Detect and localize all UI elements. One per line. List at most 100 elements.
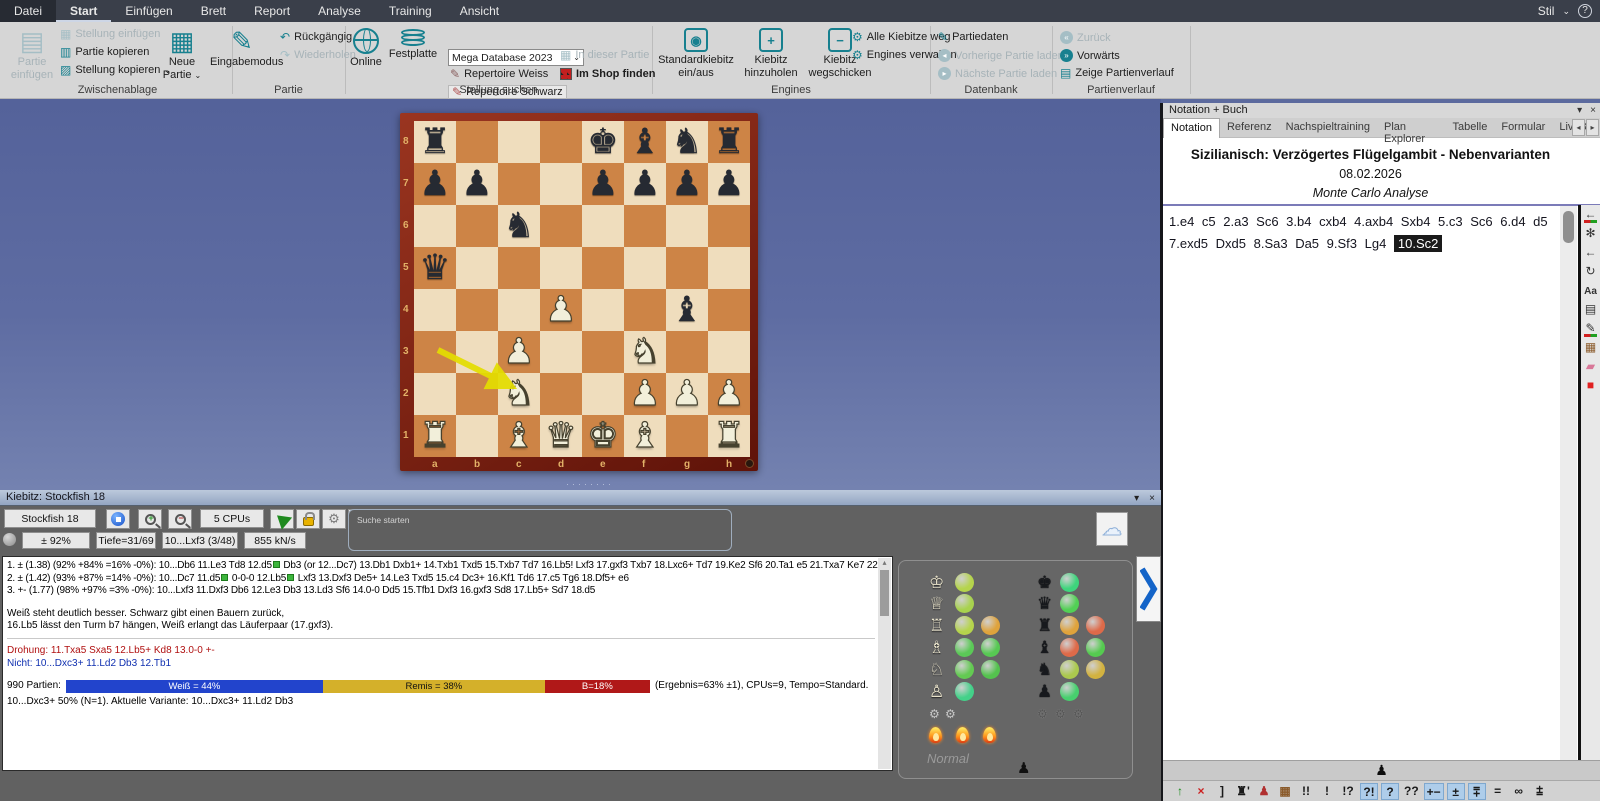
- square-f7[interactable]: ♟: [624, 163, 666, 205]
- black-piece-r[interactable]: ♜: [708, 121, 750, 163]
- square-d4[interactable]: ♟: [540, 289, 582, 331]
- square-d2[interactable]: [540, 373, 582, 415]
- white-quality-dot[interactable]: [981, 638, 1000, 657]
- square-d3[interactable]: [540, 331, 582, 373]
- white-piece-p[interactable]: ♟: [708, 373, 750, 415]
- square-b2[interactable]: [456, 373, 498, 415]
- square-h6[interactable]: [708, 205, 750, 247]
- engine-panel-titlebar[interactable]: Kiebitz: Stockfish 18 ▾ ×: [0, 490, 1161, 506]
- notation-scrollbar[interactable]: ▾: [1560, 206, 1577, 801]
- square-a2[interactable]: [414, 373, 456, 415]
- black-quality-dot[interactable]: [1086, 616, 1105, 635]
- redo-button[interactable]: ↷ Wiederholen: [280, 49, 356, 61]
- black-quality-dot[interactable]: [1060, 682, 1079, 701]
- eval-percent-button[interactable]: ± 92%: [22, 532, 90, 549]
- square-d7[interactable]: [540, 163, 582, 205]
- square-e1[interactable]: ♚: [582, 415, 624, 457]
- engine-settings-button[interactable]: ⚙: [322, 509, 346, 529]
- square-b8[interactable]: [456, 121, 498, 163]
- font-icon[interactable]: Aa: [1581, 281, 1600, 300]
- black-quality-dot[interactable]: [1086, 638, 1105, 657]
- tab-referenz[interactable]: Referenz: [1220, 118, 1279, 138]
- black-piece-n[interactable]: ♞: [666, 121, 708, 163]
- current-move[interactable]: 10.Sc2: [1394, 235, 1442, 252]
- black-gear-icon[interactable]: ⚙: [1055, 707, 1066, 721]
- cloud-engine-button[interactable]: ☁: [1096, 512, 1128, 546]
- menu-item-brett[interactable]: Brett: [187, 0, 240, 22]
- copy-game-button[interactable]: ▥ Partie kopieren: [60, 46, 149, 58]
- red-marker-icon[interactable]: ■: [1581, 376, 1600, 395]
- symbol-unclear[interactable]: ∞: [1510, 783, 1528, 800]
- square-h1[interactable]: ♜: [708, 415, 750, 457]
- end-variation-icon[interactable]: ]: [1213, 783, 1231, 800]
- black-piece-n[interactable]: ♞: [498, 205, 540, 247]
- symbol-brilliant[interactable]: !!: [1297, 783, 1315, 800]
- square-h4[interactable]: [708, 289, 750, 331]
- white-piece-p[interactable]: ♟: [624, 373, 666, 415]
- symbol-mistake[interactable]: ?: [1381, 783, 1399, 800]
- black-quality-dot[interactable]: [1060, 660, 1079, 679]
- square-c4[interactable]: [498, 289, 540, 331]
- square-c5[interactable]: [498, 247, 540, 289]
- square-c7[interactable]: [498, 163, 540, 205]
- square-b3[interactable]: [456, 331, 498, 373]
- add-kibitzer-button[interactable]: + Kiebitz hinzuholen: [740, 26, 802, 80]
- white-piece-n[interactable]: ♞: [498, 373, 540, 415]
- square-b1[interactable]: [456, 415, 498, 457]
- white-quality-dot[interactable]: [955, 682, 974, 701]
- back-icon[interactable]: ←: [1581, 243, 1600, 262]
- white-quality-dot[interactable]: [955, 616, 974, 635]
- square-a5[interactable]: ♛: [414, 247, 456, 289]
- square-a6[interactable]: [414, 205, 456, 247]
- square-g7[interactable]: ♟: [666, 163, 708, 205]
- black-move-annotation-icon[interactable]: ♜ʹ: [1234, 783, 1252, 800]
- mini-board-icon[interactable]: ▦: [1581, 338, 1600, 357]
- square-c2[interactable]: ♞: [498, 373, 540, 415]
- black-quality-dot[interactable]: [1060, 573, 1079, 592]
- symbol-interesting[interactable]: !?: [1339, 783, 1357, 800]
- square-f2[interactable]: ♟: [624, 373, 666, 415]
- menu-item-report[interactable]: Report: [240, 0, 304, 22]
- menu-item-datei[interactable]: Datei: [0, 0, 56, 22]
- square-h8[interactable]: ♜: [708, 121, 750, 163]
- square-a1[interactable]: ♜: [414, 415, 456, 457]
- zoom-in-button[interactable]: +: [138, 509, 162, 529]
- square-e5[interactable]: [582, 247, 624, 289]
- square-g5[interactable]: [666, 247, 708, 289]
- expand-panel-button[interactable]: [1136, 556, 1161, 622]
- board-settings-icon[interactable]: [745, 459, 754, 468]
- square-f6[interactable]: [624, 205, 666, 247]
- black-quality-dot[interactable]: [1060, 616, 1079, 635]
- white-piece-q[interactable]: ♛: [540, 415, 582, 457]
- engine-collapse-icon[interactable]: ▾: [1134, 491, 1139, 506]
- chess-board[interactable]: ♜♚♝♞♜♟♟♟♟♟♟♞♛♟♝♟♞♞♟♟♟♜♝♛♚♝♜ 87654321abcd…: [400, 113, 758, 471]
- black-piece-p[interactable]: ♟: [624, 163, 666, 205]
- tab-nachspieltraining[interactable]: Nachspieltraining: [1279, 118, 1377, 138]
- history-back-button[interactable]: « Zurück: [1060, 31, 1111, 44]
- speed-button[interactable]: 855 kN/s: [244, 532, 306, 549]
- white-piece-r[interactable]: ♜: [414, 415, 456, 457]
- white-quality-dot[interactable]: [955, 660, 974, 679]
- black-piece-p[interactable]: ♟: [414, 163, 456, 205]
- square-a8[interactable]: ♜: [414, 121, 456, 163]
- tab-notation[interactable]: Notation: [1163, 118, 1220, 138]
- symbol-white-slightly-better[interactable]: ⩲: [1531, 783, 1549, 800]
- white-quality-dot[interactable]: [981, 660, 1000, 679]
- engine-line-1[interactable]: 1. ± (1.38) (92% +84% =16% -0%): 10...Db…: [7, 560, 879, 573]
- square-a4[interactable]: [414, 289, 456, 331]
- black-piece-k[interactable]: ♚: [582, 121, 624, 163]
- square-b7[interactable]: ♟: [456, 163, 498, 205]
- square-f8[interactable]: ♝: [624, 121, 666, 163]
- takeback-move-icon[interactable]: ←: [1581, 205, 1600, 224]
- tabs-scroll-right-icon[interactable]: ▸: [1586, 119, 1599, 136]
- symbol-white-better[interactable]: ±: [1447, 783, 1465, 800]
- square-e2[interactable]: [582, 373, 624, 415]
- black-piece-p[interactable]: ♟: [708, 163, 750, 205]
- black-piece-q[interactable]: ♛: [414, 247, 456, 289]
- square-f4[interactable]: [624, 289, 666, 331]
- square-g8[interactable]: ♞: [666, 121, 708, 163]
- symbol-equal[interactable]: =: [1489, 783, 1507, 800]
- white-piece-p[interactable]: ♟: [666, 373, 708, 415]
- all-kibitzers-off-button[interactable]: ⚙ Alle Kiebitze weg: [852, 31, 951, 43]
- square-c1[interactable]: ♝: [498, 415, 540, 457]
